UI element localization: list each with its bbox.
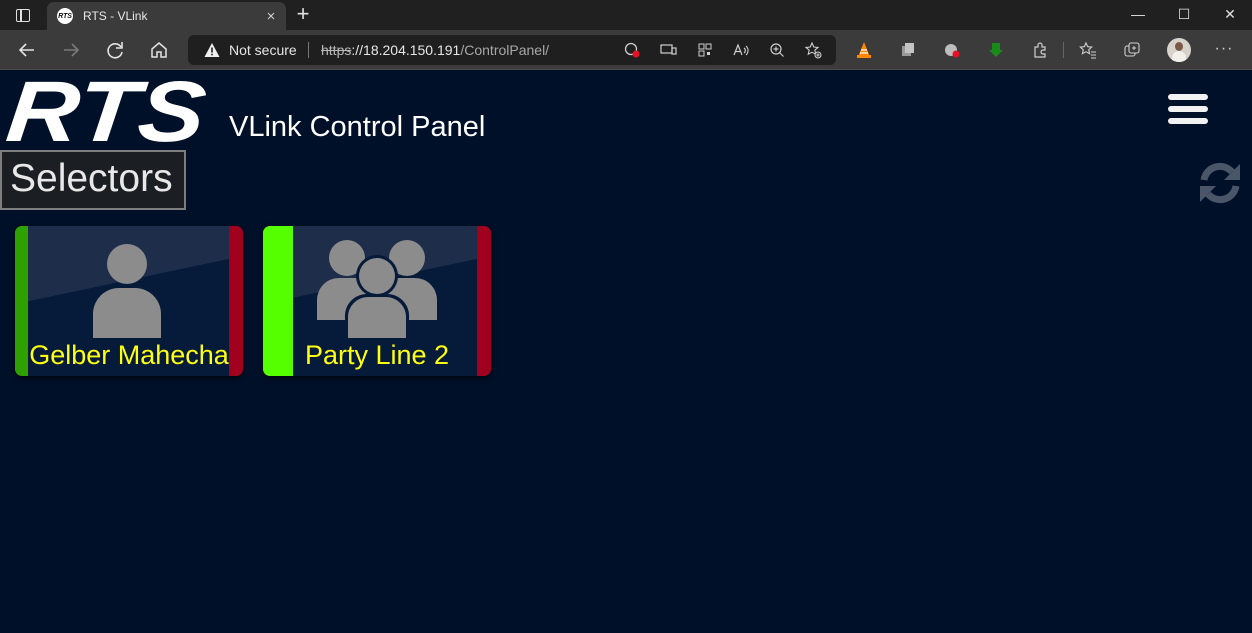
user-icon xyxy=(93,244,161,338)
home-icon[interactable] xyxy=(145,36,173,64)
svg-text:RTS: RTS xyxy=(4,77,210,145)
app-available-icon[interactable] xyxy=(658,40,678,60)
toolbar-divider xyxy=(1063,42,1064,58)
cookie-extension-icon[interactable] xyxy=(942,40,962,60)
refresh-icon[interactable] xyxy=(1196,160,1244,206)
selectors-button[interactable]: Selectors xyxy=(0,150,186,210)
maximize-button[interactable]: ☐ xyxy=(1161,0,1207,30)
selector-card-party-line-2[interactable]: Party Line 2 xyxy=(263,226,491,376)
address-bar[interactable]: Not secure https://18.204.150.191/Contro… xyxy=(188,35,836,65)
url-scheme: https xyxy=(321,42,352,58)
new-tab-button[interactable]: + xyxy=(290,3,316,27)
url-path: /ControlPanel/ xyxy=(460,42,550,58)
reload-icon[interactable] xyxy=(101,36,129,64)
qr-code-icon[interactable] xyxy=(695,40,715,60)
browser-tab-bar: RTS RTS - VLink × + — ☐ ✕ xyxy=(0,0,1252,30)
hamburger-menu-icon[interactable] xyxy=(1168,94,1208,126)
tab-title: RTS - VLink xyxy=(83,9,148,23)
control-panel-page: RTS VLink Control Panel Selectors Gelber… xyxy=(0,70,1252,633)
close-window-button[interactable]: ✕ xyxy=(1207,0,1252,30)
favorites-icon[interactable] xyxy=(1078,40,1098,60)
add-favorite-icon[interactable] xyxy=(803,40,823,60)
rts-logo: RTS xyxy=(4,77,210,145)
forward-icon[interactable] xyxy=(57,36,85,64)
collections-extension-icon[interactable] xyxy=(898,40,918,60)
address-divider xyxy=(308,42,309,58)
warning-icon[interactable] xyxy=(204,42,220,58)
profile-avatar[interactable] xyxy=(1167,38,1191,62)
rts-favicon-icon: RTS xyxy=(57,8,73,24)
extensions-icon[interactable] xyxy=(1030,40,1050,60)
tracking-prevention-icon[interactable] xyxy=(622,40,642,60)
tab-actions-icon[interactable] xyxy=(6,4,40,26)
url-text[interactable]: https://18.204.150.191/ControlPanel/ xyxy=(321,42,549,58)
collections-icon[interactable] xyxy=(1122,40,1142,60)
more-menu-icon[interactable]: ··· xyxy=(1214,39,1234,59)
zoom-icon[interactable] xyxy=(767,40,787,60)
selector-label: Party Line 2 xyxy=(304,340,450,370)
selector-label: Gelber Mahecha xyxy=(29,340,229,370)
browser-tab[interactable]: RTS RTS - VLink × xyxy=(47,2,286,30)
group-icon xyxy=(317,240,437,338)
download-extension-icon[interactable] xyxy=(986,40,1006,60)
tab-close-icon[interactable]: × xyxy=(262,8,280,25)
vlc-extension-icon[interactable] xyxy=(854,40,874,60)
url-host: ://18.204.150.191 xyxy=(351,42,461,58)
selector-card-gelber-mahecha[interactable]: Gelber Mahecha xyxy=(15,226,243,376)
app-title: VLink Control Panel xyxy=(229,111,486,143)
read-aloud-icon[interactable] xyxy=(731,40,751,60)
minimize-button[interactable]: — xyxy=(1115,0,1161,30)
security-status[interactable]: Not secure xyxy=(229,42,297,58)
back-icon[interactable] xyxy=(13,36,41,64)
browser-toolbar: Not secure https://18.204.150.191/Contro… xyxy=(0,30,1252,70)
